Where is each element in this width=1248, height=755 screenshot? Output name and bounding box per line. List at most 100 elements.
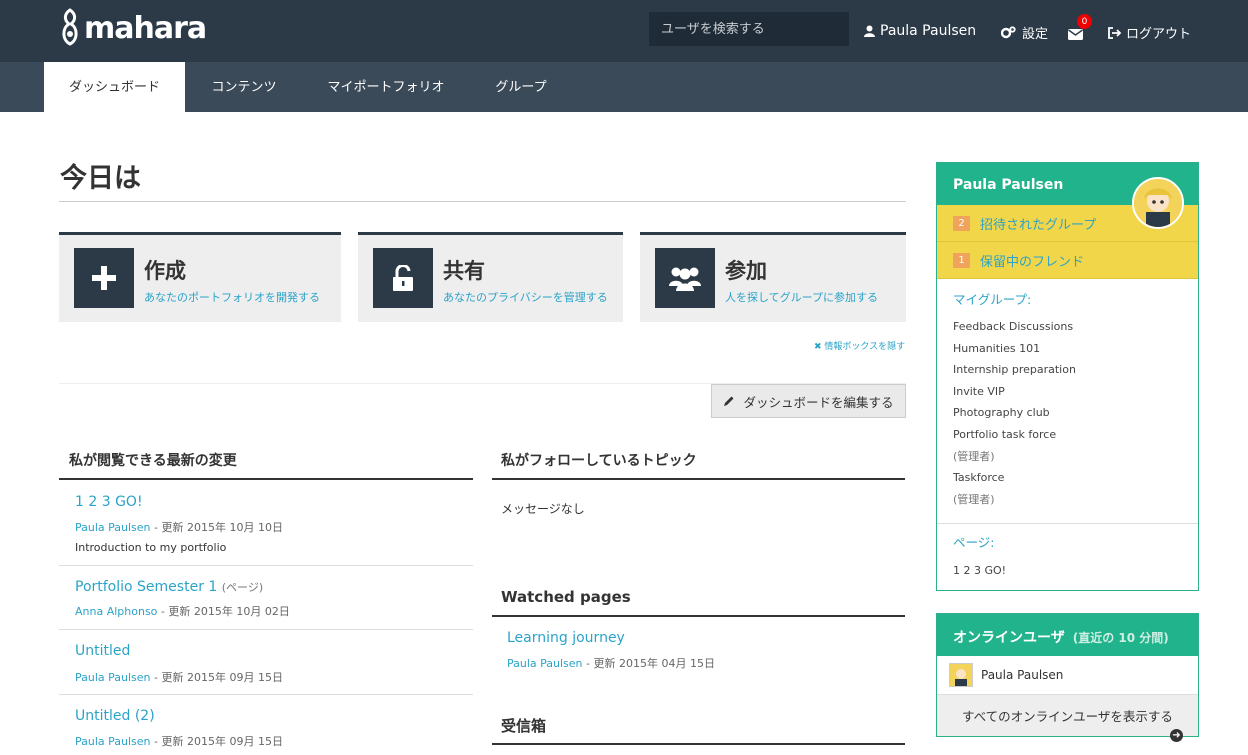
- online-users-header: オンラインユーザ (直近の 10 分間): [937, 614, 1198, 656]
- info-box-title: 共有: [443, 259, 485, 283]
- logout-label: ログアウト: [1126, 27, 1192, 42]
- site-header: mahara Paula Paulsen 設定 0 ログアウト: [0, 0, 1248, 62]
- list-item: Portfolio Semester 1 (ページ) Anna Alphonso…: [59, 566, 473, 630]
- item-updated: - 更新 2015年 09月 15日: [150, 671, 283, 684]
- item-meta: Paula Paulsen - 更新 2015年 10月 10日: [75, 519, 283, 535]
- mahara-logo[interactable]: mahara: [58, 6, 207, 50]
- online-user-name: Paula Paulsen: [981, 668, 1064, 682]
- list-item: Untitled (2) Paula Paulsen - 更新 2015年 09…: [59, 695, 473, 755]
- invites-count-badge: 2: [953, 215, 970, 231]
- group-item[interactable]: Humanities 101: [953, 338, 1076, 360]
- info-box-share[interactable]: 共有 あなたのプライバシーを管理する: [358, 232, 623, 322]
- info-box-create[interactable]: 作成 あなたのポートフォリオを開発する: [59, 232, 341, 322]
- list-item: 1 2 3 GO! Paula Paulsen - 更新 2015年 10月 1…: [59, 480, 473, 566]
- followed-topics-title: 私がフォローしているトピック: [501, 453, 697, 469]
- watched-pages-title: Watched pages: [501, 588, 631, 606]
- online-users-subtitle: (直近の 10 分間): [1072, 631, 1169, 645]
- avatar[interactable]: [1132, 177, 1184, 229]
- item-title-link[interactable]: Untitled (2): [75, 708, 155, 724]
- tab-portfolio[interactable]: マイポートフォリオ: [303, 62, 469, 112]
- tab-groups[interactable]: グループ: [469, 62, 573, 112]
- topics-underline: [492, 478, 905, 480]
- avatar: [949, 663, 973, 687]
- item-updated: - 更新 2015年 10月 02日: [157, 605, 290, 618]
- watched-updated: - 更新 2015年 04月 15日: [582, 657, 715, 670]
- online-users-panel: オンラインユーザ (直近の 10 分間) Paula Paulsen すべてのオン…: [936, 613, 1199, 737]
- inbox-title: 受信箱: [501, 717, 547, 735]
- hide-info-label: 情報ボックスを隠す: [824, 342, 906, 352]
- title-divider: [59, 201, 906, 202]
- envelope-icon: [1068, 29, 1083, 40]
- logout-link[interactable]: ログアウト: [1108, 23, 1191, 42]
- item-meta: Paula Paulsen - 更新 2015年 09月 15日: [75, 733, 283, 749]
- info-box-subtitle[interactable]: あなたのプライバシーを管理する: [443, 289, 608, 305]
- list-item: Untitled Paula Paulsen - 更新 2015年 09月 15…: [59, 630, 473, 695]
- page-title: 今日は: [60, 163, 141, 194]
- tab-content[interactable]: コンテンツ: [185, 62, 303, 112]
- avatar-image: [1134, 179, 1182, 227]
- info-box-title: 作成: [144, 259, 186, 283]
- item-title-link[interactable]: Untitled: [75, 643, 130, 659]
- edit-dashboard-button[interactable]: ダッシュボードを編集する: [711, 384, 906, 418]
- inbox-count-badge: 0: [1077, 14, 1092, 29]
- sidebar-divider: [937, 523, 1198, 524]
- watched-underline: [492, 615, 905, 617]
- info-box-engage[interactable]: 参加 人を探してグループに参加する: [640, 232, 906, 322]
- pencil-icon: [724, 396, 734, 406]
- gears-icon: [1001, 26, 1016, 39]
- item-updated: - 更新 2015年 09月 15日: [150, 735, 283, 748]
- watched-page-link[interactable]: Learning journey: [507, 630, 625, 646]
- online-user-row[interactable]: Paula Paulsen: [937, 656, 1198, 695]
- group-item[interactable]: Feedback Discussions: [953, 316, 1076, 338]
- item-author-link[interactable]: Paula Paulsen: [75, 671, 151, 684]
- item-title-link[interactable]: 1 2 3 GO!: [75, 494, 143, 510]
- settings-link[interactable]: 設定: [1001, 23, 1048, 42]
- item-updated: - 更新 2015年 10月 10日: [150, 521, 283, 534]
- group-item[interactable]: Photography club: [953, 402, 1076, 424]
- my-groups-label[interactable]: マイグループ:: [953, 289, 1031, 308]
- pages-label[interactable]: ページ:: [953, 532, 994, 551]
- item-title-row: Portfolio Semester 1 (ページ): [75, 579, 263, 595]
- item-type: (ページ): [221, 581, 264, 594]
- item-author-link[interactable]: Paula Paulsen: [75, 521, 151, 534]
- users-icon: [655, 248, 715, 308]
- item-meta: Paula Paulsen - 更新 2015年 09月 15日: [75, 669, 283, 685]
- pending-count-badge: 1: [953, 252, 970, 268]
- item-title-link[interactable]: Portfolio Semester 1: [75, 579, 217, 595]
- info-box-title: 参加: [725, 259, 767, 283]
- item-description: Introduction to my portfolio: [75, 541, 227, 554]
- group-item[interactable]: Taskforce: [953, 467, 1076, 489]
- pending-label: 保留中のフレンド: [980, 254, 1085, 270]
- user-search-input[interactable]: [649, 12, 849, 46]
- header-user-link[interactable]: Paula Paulsen: [864, 23, 976, 39]
- hide-info-box-link[interactable]: ✖ 情報ボックスを隠す: [814, 339, 905, 352]
- group-item[interactable]: Invite VIP: [953, 381, 1076, 403]
- mahara-logo-mark: [62, 8, 78, 46]
- sign-out-icon: [1108, 26, 1121, 39]
- watched-meta: Paula Paulsen - 更新 2015年 04月 15日: [507, 655, 715, 671]
- item-author-link[interactable]: Anna Alphonso: [75, 605, 157, 618]
- inbox-underline: [492, 743, 905, 745]
- user-icon: [864, 25, 875, 37]
- item-author-link[interactable]: Paula Paulsen: [75, 735, 151, 748]
- edit-dashboard-label: ダッシュボードを編集する: [743, 394, 894, 410]
- tab-dashboard[interactable]: ダッシュボード: [44, 62, 185, 112]
- group-role: (管理者): [953, 449, 995, 463]
- settings-label: 設定: [1022, 27, 1049, 42]
- main-nav: ダッシュボード コンテンツ マイポートフォリオ グループ: [0, 62, 1248, 112]
- group-role: (管理者): [953, 492, 995, 506]
- group-item[interactable]: Internship preparation: [953, 359, 1076, 381]
- watched-author-link[interactable]: Paula Paulsen: [507, 657, 583, 670]
- pending-friends-link[interactable]: 1 保留中のフレンド: [937, 242, 1198, 279]
- show-all-online-users-link[interactable]: すべてのオンラインユーザを表示する: [937, 695, 1198, 736]
- logo-text: mahara: [84, 10, 207, 46]
- online-users-title: オンラインユーザ: [953, 630, 1065, 646]
- info-box-subtitle[interactable]: 人を探してグループに参加する: [725, 289, 878, 305]
- plus-icon: [74, 248, 134, 308]
- unlock-icon: [373, 248, 433, 308]
- group-item[interactable]: Portfolio task force: [953, 424, 1076, 446]
- header-user-name: Paula Paulsen: [880, 23, 977, 39]
- arrow-right-circle-icon[interactable]: ➜: [1170, 729, 1183, 742]
- info-box-subtitle[interactable]: あなたのポートフォリオを開発する: [144, 289, 320, 305]
- page-item[interactable]: 1 2 3 GO!: [953, 560, 1006, 582]
